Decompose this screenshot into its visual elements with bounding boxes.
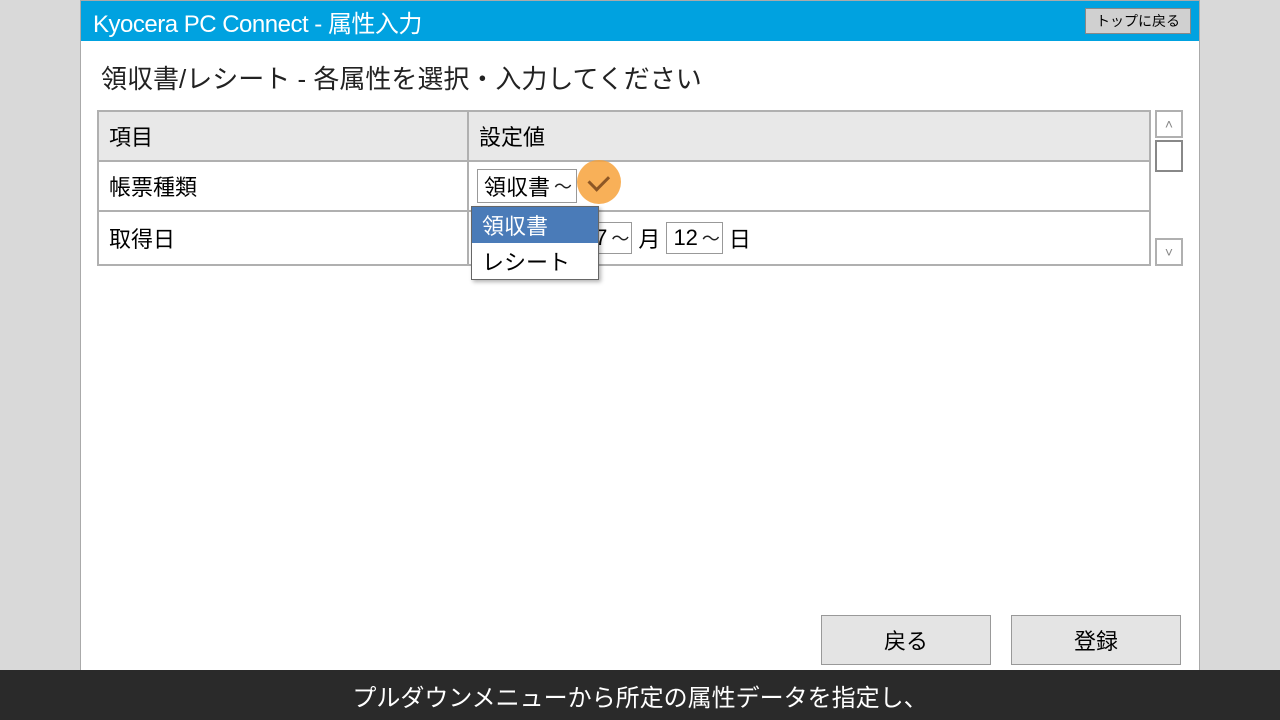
register-button[interactable]: 登録 xyxy=(1011,615,1181,665)
scroll-thumb[interactable] xyxy=(1155,140,1183,172)
day-select[interactable]: 12 〜 xyxy=(666,222,722,254)
dialog-window: Kyocera PC Connect - 属性入力 トップに戻る 領収書/レシー… xyxy=(80,0,1200,680)
row-label-doc-type: 帳票種類 xyxy=(98,161,468,211)
chevron-down-icon: 〜 xyxy=(702,225,720,251)
day-value: 12 xyxy=(673,225,697,251)
vertical-scrollbar[interactable]: ˄ ˅ xyxy=(1155,110,1183,266)
content-area: 領収書/レシート - 各属性を選択・入力してください 項目 設定値 帳票種類 領… xyxy=(81,41,1199,266)
month-suffix: 月 xyxy=(638,222,660,254)
dropdown-option-receipt[interactable]: 領収書 xyxy=(472,207,598,243)
caption-text: プルダウンメニューから所定の属性データを指定し、 xyxy=(352,678,927,713)
highlight-marker-icon xyxy=(577,160,621,204)
doc-type-select[interactable]: 領収書 〜 xyxy=(477,169,577,203)
dropdown-option-register-receipt[interactable]: レシート xyxy=(472,243,598,279)
back-button[interactable]: 戻る xyxy=(821,615,991,665)
instruction-text: 領収書/レシート - 各属性を選択・入力してください xyxy=(97,59,1183,96)
doc-type-selected: 領収書 xyxy=(484,170,550,202)
scroll-down-icon[interactable]: ˅ xyxy=(1155,238,1183,266)
column-header-value: 設定値 xyxy=(468,111,1150,161)
table-row: 取得日 2023 〜 年 7 〜 月 12 〜 xyxy=(98,211,1150,265)
scroll-up-icon[interactable]: ˄ xyxy=(1155,110,1183,138)
chevron-down-icon: 〜 xyxy=(611,225,629,251)
doc-type-dropdown[interactable]: 領収書 レシート xyxy=(471,206,599,280)
row-value-doc-type: 領収書 〜 領収書 レシート xyxy=(468,161,1150,211)
row-label-date: 取得日 xyxy=(98,211,468,265)
day-suffix: 日 xyxy=(729,222,751,254)
app-title: Kyocera PC Connect - 属性入力 xyxy=(93,4,422,39)
video-caption: プルダウンメニューから所定の属性データを指定し、 xyxy=(0,670,1280,720)
column-header-item: 項目 xyxy=(98,111,468,161)
table-row: 帳票種類 領収書 〜 領収書 レシート xyxy=(98,161,1150,211)
title-bar: Kyocera PC Connect - 属性入力 トップに戻る xyxy=(81,1,1199,41)
footer-buttons: 戻る 登録 xyxy=(821,615,1181,665)
chevron-down-icon: 〜 xyxy=(554,173,572,199)
attribute-table-wrap: 項目 設定値 帳票種類 領収書 〜 領収書 レシート xyxy=(97,110,1183,266)
attribute-table: 項目 設定値 帳票種類 領収書 〜 領収書 レシート xyxy=(97,110,1151,266)
top-return-button[interactable]: トップに戻る xyxy=(1085,8,1191,34)
